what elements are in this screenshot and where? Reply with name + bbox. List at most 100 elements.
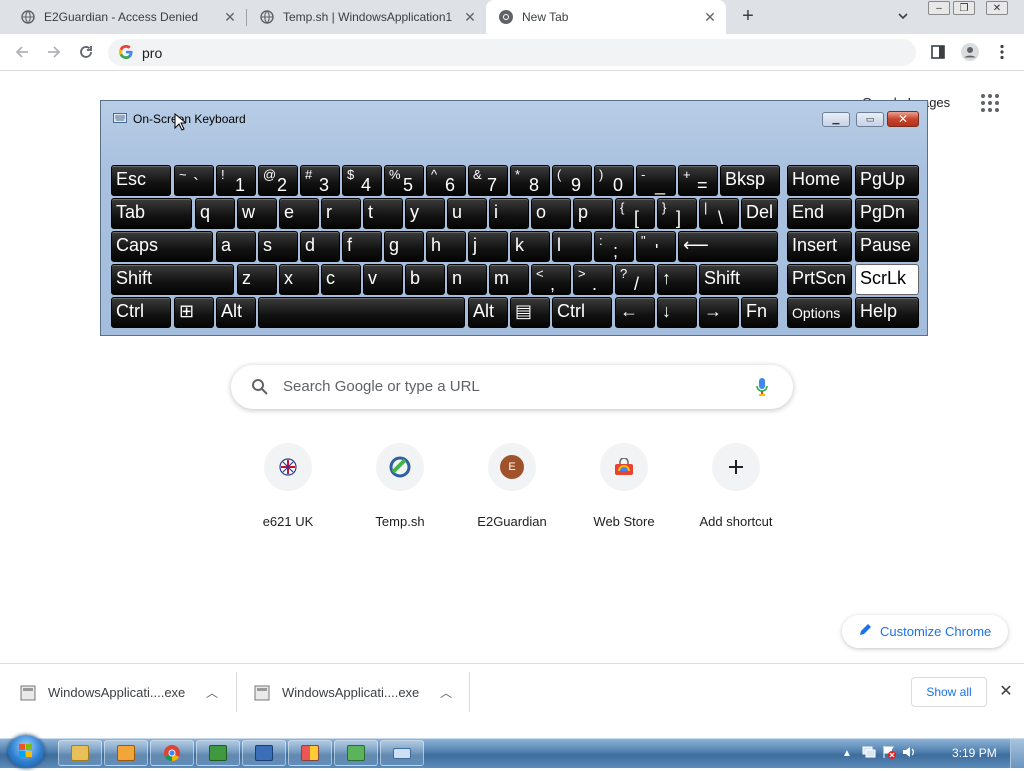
tab-search-chevron-icon[interactable] xyxy=(896,9,912,25)
side-panel-button[interactable] xyxy=(928,42,948,62)
key-symbol[interactable]: + = xyxy=(678,165,718,196)
taskbar-on-screen-keyboard[interactable] xyxy=(380,740,424,766)
key-f[interactable]: f xyxy=(342,231,382,262)
close-window-button[interactable]: ✕ xyxy=(986,1,1008,15)
key-m[interactable]: m xyxy=(489,264,529,295)
key-menu[interactable]: ▤ xyxy=(510,297,550,328)
key-space[interactable] xyxy=(258,297,465,328)
key-pgdn[interactable]: PgDn xyxy=(855,198,919,229)
key-symbol[interactable]: " ' xyxy=(636,231,676,262)
new-tab-button[interactable]: + xyxy=(738,6,758,27)
key-a[interactable]: a xyxy=(216,231,256,262)
key-symbol[interactable]: - _ xyxy=(636,165,676,196)
action-center-flag-icon[interactable] xyxy=(882,745,896,762)
key-k[interactable]: k xyxy=(510,231,550,262)
key-symbol[interactable]: }] xyxy=(657,198,697,229)
key-5[interactable]: % 5 xyxy=(384,165,424,196)
key-alt[interactable]: Alt xyxy=(468,297,508,328)
chevron-up-icon[interactable]: ︿ xyxy=(206,684,218,701)
key-ctrl[interactable]: Ctrl xyxy=(111,297,171,328)
shortcut-add[interactable]: Add shortcut xyxy=(680,443,792,533)
key-insert[interactable]: Insert xyxy=(787,231,852,262)
chrome-menu-button[interactable] xyxy=(992,42,1012,62)
key-bksp[interactable]: Bksp xyxy=(720,165,780,196)
key-shift[interactable]: Shift xyxy=(111,264,234,295)
taskbar-explorer[interactable] xyxy=(58,740,102,766)
customize-chrome-button[interactable]: Customize Chrome xyxy=(842,615,1008,648)
show-hidden-icons-icon[interactable]: ▲ xyxy=(842,748,852,759)
key-end[interactable]: End xyxy=(787,198,852,229)
key-tab[interactable]: Tab xyxy=(111,198,192,229)
key-symbol[interactable]: {[ xyxy=(615,198,655,229)
key-symbol[interactable]: ~ ` xyxy=(174,165,214,196)
key-prtscn[interactable]: PrtScn xyxy=(787,264,852,295)
start-button[interactable] xyxy=(8,735,44,768)
chevron-up-icon[interactable]: ︿ xyxy=(440,684,452,701)
close-tab-icon[interactable]: ✕ xyxy=(702,9,718,25)
key-y[interactable]: y xyxy=(405,198,445,229)
key-shift[interactable]: Shift xyxy=(699,264,778,295)
taskbar-chrome[interactable] xyxy=(150,740,194,766)
key-pause[interactable]: Pause xyxy=(855,231,919,262)
back-button[interactable] xyxy=(12,42,32,62)
key-options[interactable]: Options xyxy=(787,297,852,328)
key-help[interactable]: Help xyxy=(855,297,919,328)
key-r[interactable]: r xyxy=(321,198,361,229)
key-c[interactable]: c xyxy=(321,264,361,295)
key-symbol[interactable]: ← xyxy=(615,297,655,328)
key-windows[interactable]: ⊞ xyxy=(174,297,214,328)
key-symbol[interactable]: | \ xyxy=(699,198,739,229)
key-symbol[interactable]: ? / xyxy=(615,264,655,295)
tab-temp-sh[interactable]: Temp.sh | WindowsApplication1.e ✕ xyxy=(247,0,486,34)
network-icon[interactable] xyxy=(862,745,876,762)
taskbar-media-player[interactable] xyxy=(104,740,148,766)
shortcut-web-store[interactable]: Web Store xyxy=(568,443,680,533)
taskbar-app-multi[interactable] xyxy=(288,740,332,766)
key-s[interactable]: s xyxy=(258,231,298,262)
key-symbol[interactable]: :; xyxy=(594,231,634,262)
key-h[interactable]: h xyxy=(426,231,466,262)
key-8[interactable]: * 8 xyxy=(510,165,550,196)
key-n[interactable]: n xyxy=(447,264,487,295)
key-ctrl[interactable]: Ctrl xyxy=(552,297,612,328)
key-v[interactable]: v xyxy=(363,264,403,295)
key-w[interactable]: w xyxy=(237,198,277,229)
key-e[interactable]: e xyxy=(279,198,319,229)
key-1[interactable]: ! 1 xyxy=(216,165,256,196)
download-item[interactable]: WindowsApplicati....exe ︿ xyxy=(20,664,232,721)
taskbar-clock[interactable]: 3:19 PM xyxy=(952,746,997,760)
key-d[interactable]: d xyxy=(300,231,340,262)
key-q[interactable]: q xyxy=(195,198,235,229)
address-bar[interactable]: pro xyxy=(108,39,916,66)
reload-button[interactable] xyxy=(76,42,96,62)
minimize-window-button[interactable]: ‒ xyxy=(928,1,950,15)
key-6[interactable]: ^ 6 xyxy=(426,165,466,196)
google-apps-icon[interactable] xyxy=(981,94,999,112)
key-j[interactable]: j xyxy=(468,231,508,262)
close-tab-icon[interactable]: ✕ xyxy=(462,9,478,25)
tab-e2guardian[interactable]: E2Guardian - Access Denied ✕ xyxy=(0,0,246,34)
osk-close-button[interactable]: ✕ xyxy=(887,111,919,127)
download-item[interactable]: WindowsApplicati....exe ︿ xyxy=(254,664,466,721)
key-9[interactable]: (9 xyxy=(552,165,592,196)
key-esc[interactable]: Esc xyxy=(111,165,171,196)
key-l[interactable]: l xyxy=(552,231,592,262)
shortcut-e2guardian[interactable]: E E2Guardian xyxy=(456,443,568,533)
taskbar-app-green[interactable] xyxy=(196,740,240,766)
key-7[interactable]: & 7 xyxy=(468,165,508,196)
key-3[interactable]: #3 xyxy=(300,165,340,196)
shortcut-temp-sh[interactable]: Temp.sh xyxy=(344,443,456,533)
key-pgup[interactable]: PgUp xyxy=(855,165,919,196)
shortcut-e621-uk[interactable]: e621 UK xyxy=(232,443,344,533)
taskbar-app-blue[interactable] xyxy=(242,740,286,766)
restore-window-button[interactable]: ❐ xyxy=(953,1,975,15)
address-input[interactable]: pro xyxy=(142,45,162,61)
key-i[interactable]: i xyxy=(489,198,529,229)
tab-new-tab[interactable]: New Tab ✕ xyxy=(486,0,726,34)
key-scrlk[interactable]: ScrLk xyxy=(855,264,919,295)
key-symbol[interactable]: → xyxy=(699,297,739,328)
forward-button[interactable] xyxy=(44,42,64,62)
profile-button[interactable] xyxy=(960,42,980,62)
key-b[interactable]: b xyxy=(405,264,445,295)
key-symbol[interactable]: ↓ xyxy=(657,297,697,328)
